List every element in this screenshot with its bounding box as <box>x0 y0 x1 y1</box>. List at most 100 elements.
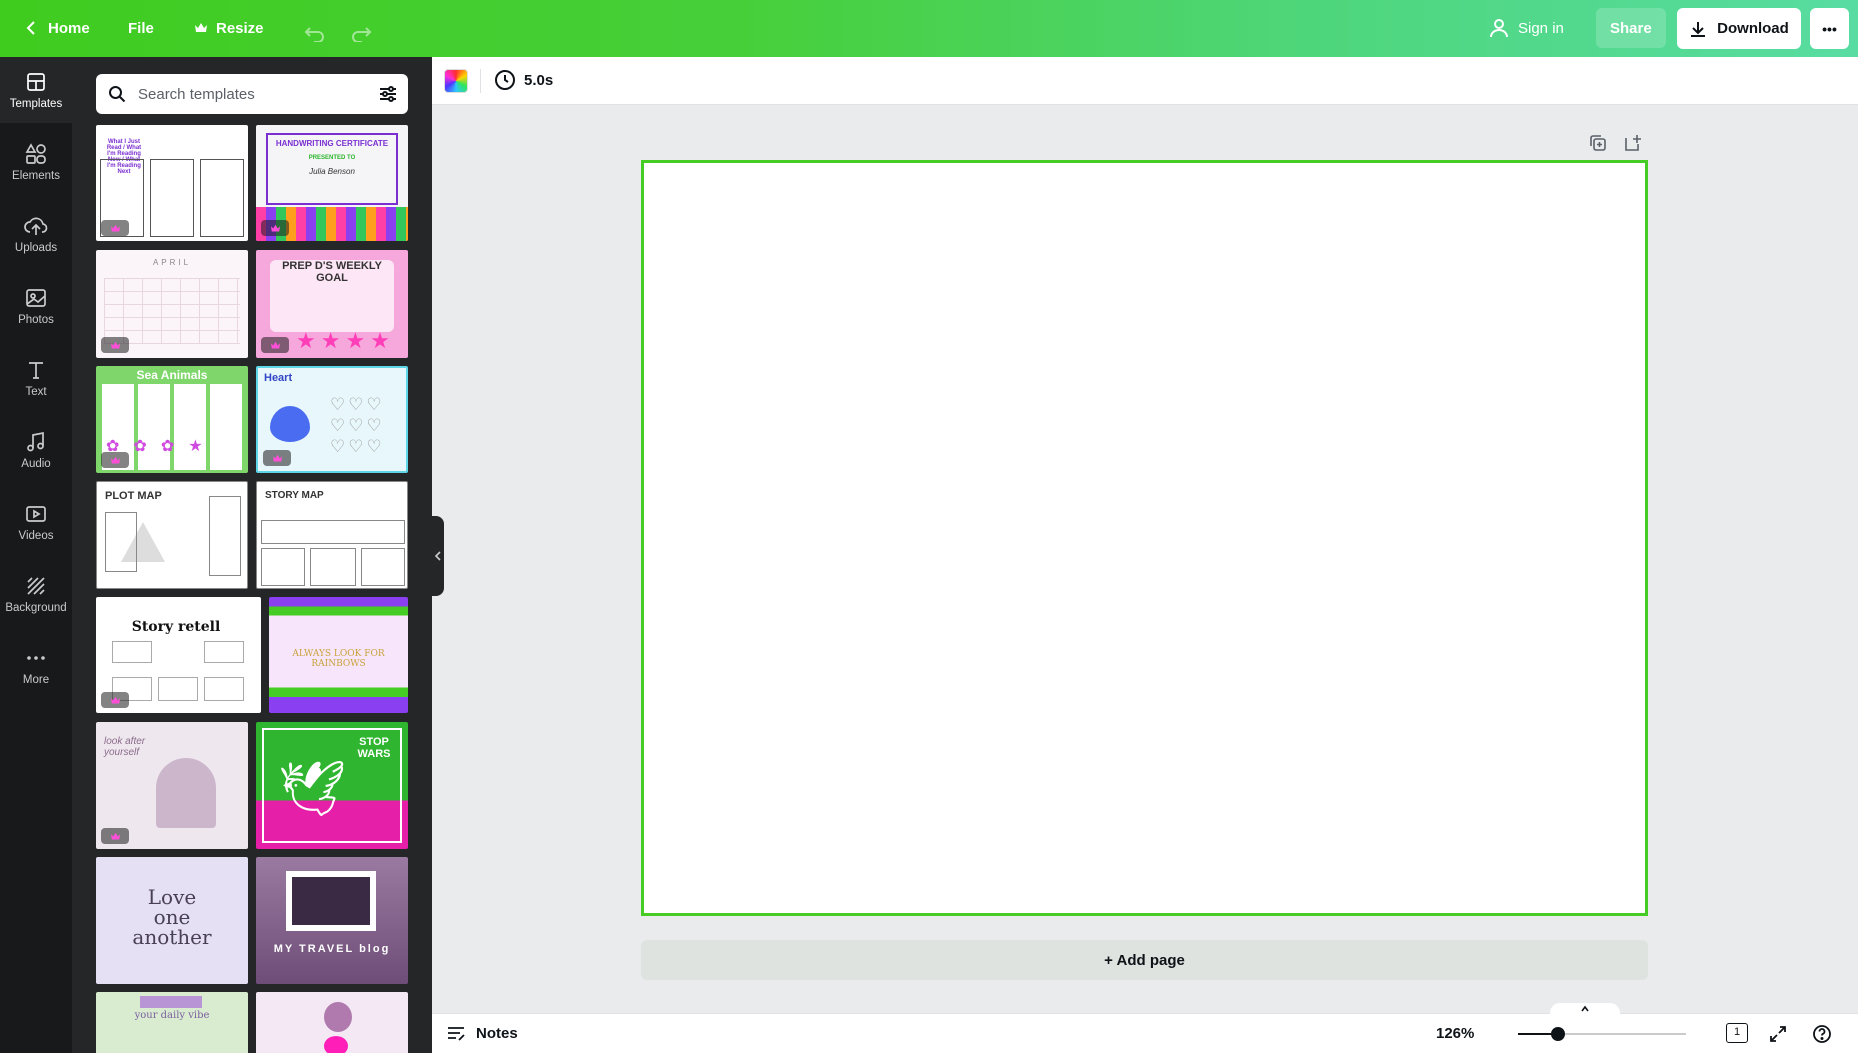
chevron-left-icon <box>434 551 441 561</box>
template-subtext: PRESENTED TO <box>308 155 356 161</box>
rail-item-text[interactable]: Text <box>0 345 72 411</box>
page-count-button[interactable]: 1 <box>1726 1023 1748 1043</box>
user-icon <box>1490 19 1508 38</box>
background-icon <box>27 576 45 595</box>
add-page-button[interactable]: + Add page <box>641 940 1648 980</box>
template-text: HANDWRITING CERTIFICATE <box>275 139 389 148</box>
search-icon <box>109 86 126 103</box>
zoom-level[interactable]: 126% <box>1436 1025 1474 1042</box>
share-button[interactable]: Share <box>1596 8 1666 48</box>
template-text: PREP D'S WEEKLY GOAL <box>282 260 382 284</box>
template-thumbnail[interactable] <box>256 992 408 1053</box>
chevron-up-icon <box>1581 1005 1589 1012</box>
crown-icon <box>270 224 280 231</box>
duplicate-page-button[interactable] <box>1588 133 1608 158</box>
sign-in-button[interactable]: Sign in <box>1480 8 1574 48</box>
template-thumbnail[interactable]: your daily vibe <box>96 992 248 1053</box>
premium-badge <box>263 450 291 466</box>
template-thumbnail[interactable]: look after yourself <box>96 722 248 849</box>
dove-image: 🕊 <box>278 759 347 819</box>
redo-button[interactable] <box>340 14 382 54</box>
download-icon <box>1691 21 1706 37</box>
video-icon <box>26 505 46 522</box>
template-text: look after yourself <box>104 736 146 758</box>
zoom-slider[interactable] <box>1518 1027 1686 1041</box>
rail-item-elements[interactable]: Elements <box>0 129 72 195</box>
rail-item-more[interactable]: More <box>0 633 72 699</box>
template-thumbnail[interactable]: APRIL <box>96 250 248 358</box>
template-thumbnail[interactable]: Story retell <box>96 597 261 713</box>
template-thumbnail[interactable]: PLOT MAP <box>96 481 248 589</box>
template-text: Heart <box>264 372 293 384</box>
rail-label: Photos <box>18 313 54 326</box>
templates-panel: Search templates What I Just Read / What… <box>72 57 432 1053</box>
download-label: Download <box>1717 20 1789 37</box>
file-menu-button[interactable]: File <box>118 8 164 48</box>
premium-badge <box>101 452 129 468</box>
page-duration-button[interactable]: 5.0s <box>494 69 553 91</box>
notes-button[interactable]: Notes <box>446 1024 518 1042</box>
template-text: STORY MAP <box>265 490 324 501</box>
file-label: File <box>128 19 154 37</box>
upload-icon <box>24 217 48 235</box>
help-button[interactable] <box>1812 1024 1832 1049</box>
rail-item-photos[interactable]: Photos <box>0 273 72 339</box>
template-thumbnail[interactable]: MY TRAVEL blog <box>256 857 408 984</box>
design-canvas-page[interactable] <box>641 160 1648 916</box>
resize-button[interactable]: Resize <box>184 8 274 48</box>
rail-item-background[interactable]: Background <box>0 561 72 627</box>
stars-decoration: ★★★★ <box>296 328 395 353</box>
undo-icon <box>304 27 324 42</box>
fullscreen-button[interactable] <box>1768 1024 1788 1049</box>
template-thumbnail[interactable]: PREP D'S WEEKLY GOAL ★★★★ <box>256 250 408 358</box>
rail-item-videos[interactable]: Videos <box>0 489 72 555</box>
elements-icon <box>25 142 46 164</box>
premium-badge <box>261 220 289 236</box>
premium-badge <box>101 337 129 353</box>
rail-label: Text <box>25 385 47 398</box>
template-thumbnail[interactable]: ALWAYS LOOK FOR RAINBOWS <box>269 597 408 713</box>
search-input[interactable]: Search templates <box>138 86 255 103</box>
rail-label: More <box>22 673 50 686</box>
rail-item-templates[interactable]: Templates <box>0 57 72 123</box>
rail-label: Videos <box>18 529 54 542</box>
fullscreen-icon <box>1770 1026 1786 1042</box>
template-text: STOP WARS <box>357 736 391 760</box>
rail-item-uploads[interactable]: Uploads <box>0 201 72 267</box>
zoom-slider-handle[interactable] <box>1551 1027 1566 1041</box>
clock-icon <box>495 70 515 90</box>
template-thumbnail[interactable]: Sea Animals ✿✿✿★ <box>96 366 248 473</box>
color-picker-button[interactable] <box>444 69 468 93</box>
redo-icon <box>352 27 372 42</box>
collapse-panel-button[interactable] <box>432 516 444 596</box>
template-thumbnail[interactable]: HANDWRITING CERTIFICATE PRESENTED TO Jul… <box>256 125 408 241</box>
template-thumbnail[interactable]: STOP WARS 🕊 <box>256 722 408 849</box>
help-icon <box>1813 1025 1831 1043</box>
add-page-icon <box>1625 135 1641 151</box>
template-name: Julia Benson <box>309 167 355 176</box>
add-page-icon-button[interactable] <box>1623 133 1643 158</box>
crown-icon <box>110 696 120 703</box>
template-thumbnail[interactable]: Love one another <box>96 857 248 984</box>
template-thumbnail[interactable]: STORY MAP <box>256 481 408 589</box>
home-button[interactable]: Home <box>14 8 100 48</box>
premium-badge <box>261 337 289 353</box>
undo-button[interactable] <box>294 14 336 54</box>
duplicate-icon <box>1590 135 1606 151</box>
left-rail: Templates Elements Uploads Photos Text A… <box>0 57 72 1053</box>
resize-label: Resize <box>216 19 264 37</box>
premium-badge <box>101 692 129 708</box>
download-button[interactable]: Download <box>1677 8 1801 49</box>
template-text: PLOT MAP <box>105 490 162 502</box>
template-thumbnail[interactable]: Heart ♡♡♡ ♡♡♡ ♡♡♡ <box>256 366 408 473</box>
filter-icon[interactable] <box>378 84 398 104</box>
notes-label: Notes <box>476 1024 518 1042</box>
template-thumbnail[interactable]: What I Just Read / What I'm Reading Now … <box>96 125 248 241</box>
rail-item-audio[interactable]: Audio <box>0 417 72 483</box>
more-options-button[interactable]: ••• <box>1810 8 1849 49</box>
search-templates-field[interactable]: Search templates <box>96 74 408 114</box>
editor-toolbar: 5.0s <box>432 57 1858 105</box>
music-icon <box>27 431 44 451</box>
chevron-left-icon <box>26 21 35 35</box>
show-pages-button[interactable] <box>1550 1003 1620 1015</box>
